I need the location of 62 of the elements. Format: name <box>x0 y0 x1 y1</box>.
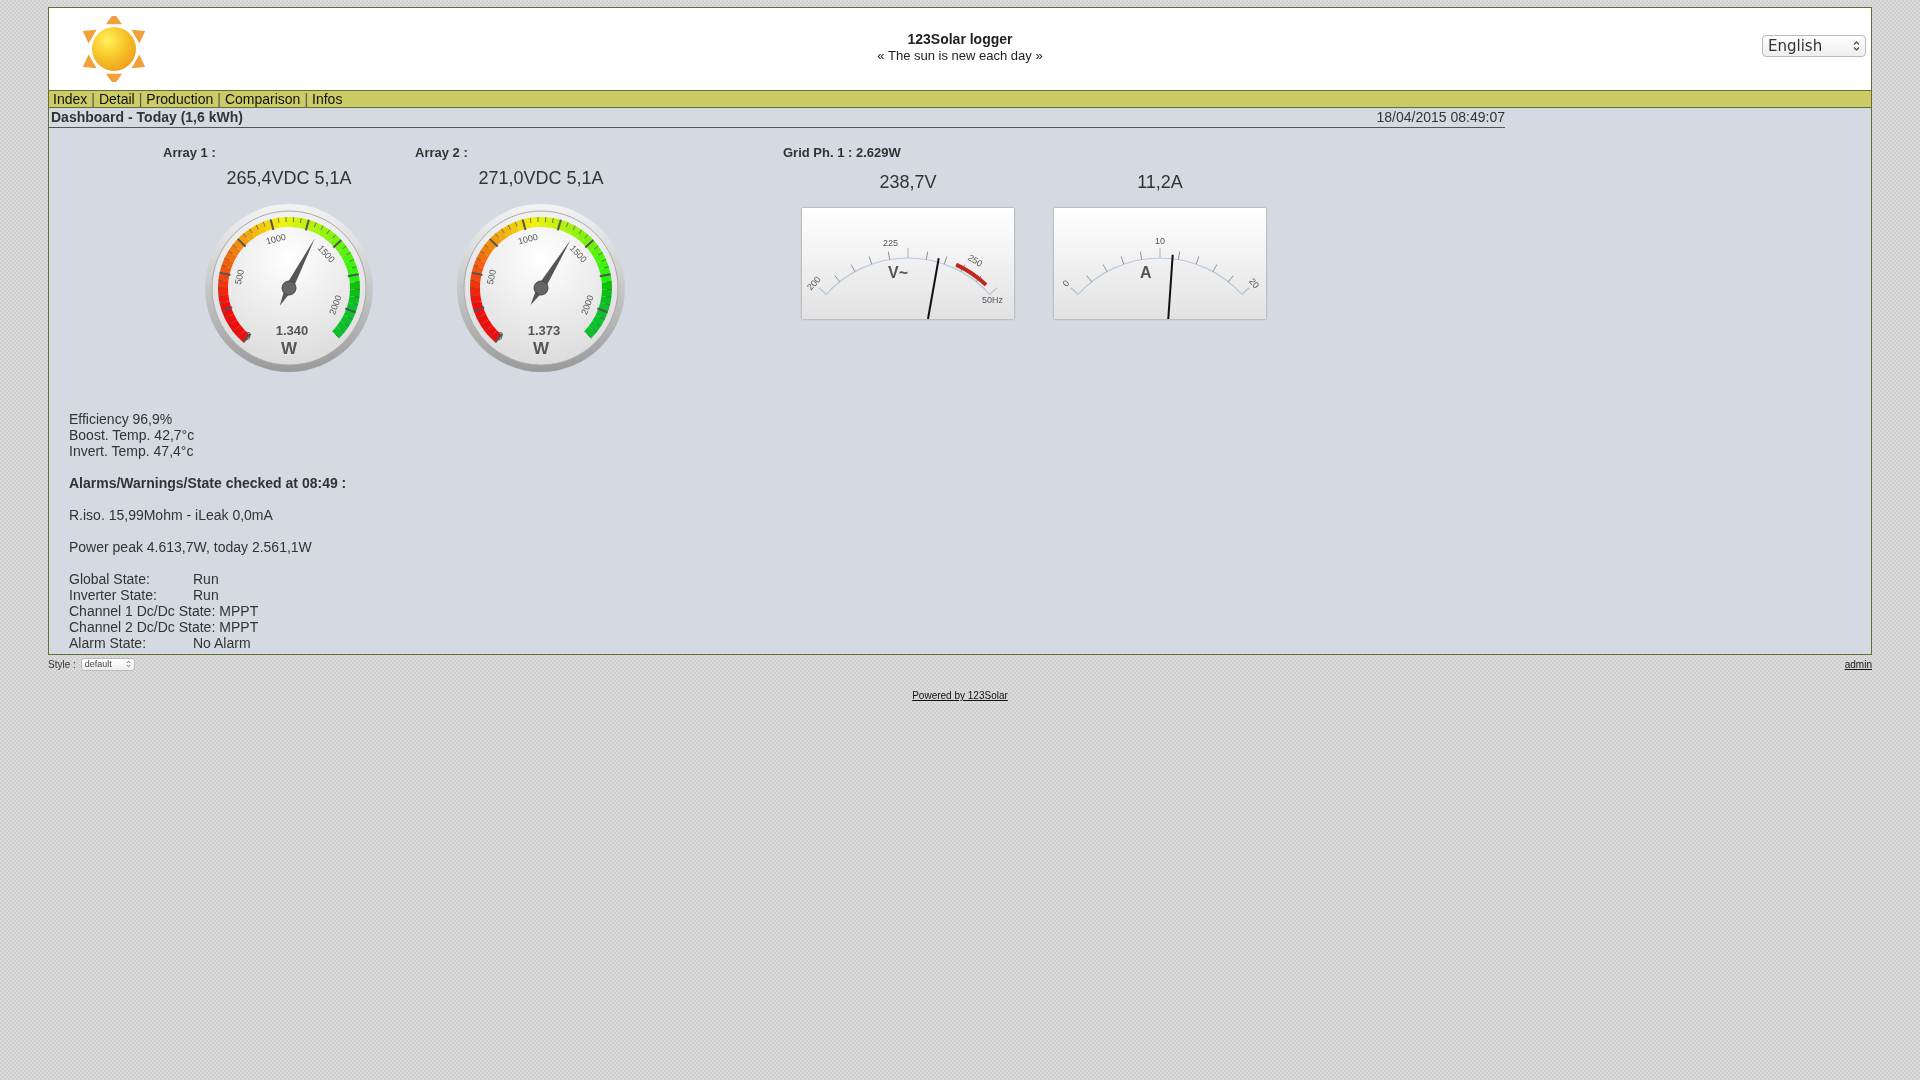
state-label: Channel 2 Dc/Dc State: <box>69 619 217 635</box>
powered-by-link[interactable]: Powered by 123Solar <box>912 690 1008 701</box>
stat-line: Boost. Temp. 42,7°c <box>69 427 195 443</box>
nav-separator: | <box>138 91 143 107</box>
nav-link[interactable]: Detail <box>98 91 135 107</box>
nav-separator: | <box>217 91 221 107</box>
scale-label: 2000 <box>579 293 596 316</box>
meter-reading: 11,2A <box>1137 172 1183 193</box>
insulation-line: R.iso. 15,99Mohm - iLeak 0,0mA <box>69 507 273 523</box>
caret-icon <box>1853 40 1860 52</box>
scale-label: 500 <box>233 268 247 286</box>
scale-label: 1000 <box>264 231 287 247</box>
scale-label: 20 <box>1247 276 1262 291</box>
array-reading: 265,4VDC 5,1A <box>226 168 352 189</box>
stat-line: Efficiency 96,9% <box>69 411 173 427</box>
unit-label: V~ <box>888 264 908 281</box>
array-label: Array 2 : <box>415 145 468 160</box>
state-label: Global State: <box>69 571 151 587</box>
style-select[interactable]: default <box>80 657 135 671</box>
nav-link[interactable]: Index <box>53 91 88 107</box>
scale-label: 10 <box>1155 236 1165 247</box>
meter-reading: 238,7V <box>879 172 937 193</box>
alarms-heading: Alarms/Warnings/State checked at 08:49 : <box>69 475 347 491</box>
state-value: Run <box>193 587 219 603</box>
nav-separator: | <box>304 91 309 107</box>
scale-label: 250 <box>966 252 985 269</box>
array-reading: 271,0VDC 5,1A <box>478 168 604 189</box>
unit-label: A <box>1140 264 1152 281</box>
caret-icon <box>125 660 131 668</box>
state-value: No Alarm <box>193 635 251 651</box>
state-value: MPPT <box>219 603 259 619</box>
scale-label: 0 <box>1060 278 1072 289</box>
site-title: 123Solar logger <box>906 31 1014 47</box>
scale-label: 1000 <box>516 231 539 247</box>
scale-label: 200 <box>805 274 823 293</box>
state-value: Run <box>193 571 219 587</box>
gauge-reading: 1.373 <box>527 323 561 338</box>
date-time: 18/04/2015 08:49:07 <box>1376 109 1505 125</box>
dashboard-title: Dashboard - Today (1,6 kWh) <box>51 109 243 125</box>
state-value: MPPT <box>219 619 259 635</box>
nav-link[interactable]: Production <box>146 91 214 107</box>
state-label: Inverter State: <box>69 587 158 603</box>
unit-label: W <box>281 339 297 358</box>
admin-link[interactable]: admin <box>1844 658 1872 670</box>
nav-link[interactable]: Infos <box>312 91 343 107</box>
site-tagline: « The sun is new each day » <box>876 48 1044 63</box>
scale-label: 225 <box>882 237 898 248</box>
grid-label: Grid Ph. 1 : 2.629W <box>783 145 901 160</box>
unit-label: W <box>533 339 549 358</box>
gauge-reading: 1.340 <box>275 323 309 338</box>
state-label: Channel 1 Dc/Dc State: <box>69 603 217 619</box>
nav-separator: | <box>91 91 95 107</box>
style-label: Style : <box>48 658 76 670</box>
scale-label: 2000 <box>327 293 344 316</box>
state-label: Alarm State: <box>69 635 148 651</box>
frequency-label: 50Hz <box>982 295 1003 305</box>
scale-label: 500 <box>485 268 499 286</box>
nav-link[interactable]: Comparison <box>224 91 301 107</box>
power-peak-line: Power peak 4.613,7W, today 2.561,1W <box>69 539 312 555</box>
language-select[interactable]: English <box>1762 35 1866 57</box>
stat-line: Invert. Temp. 47,4°c <box>69 443 194 459</box>
array-label: Array 1 : <box>163 145 216 160</box>
